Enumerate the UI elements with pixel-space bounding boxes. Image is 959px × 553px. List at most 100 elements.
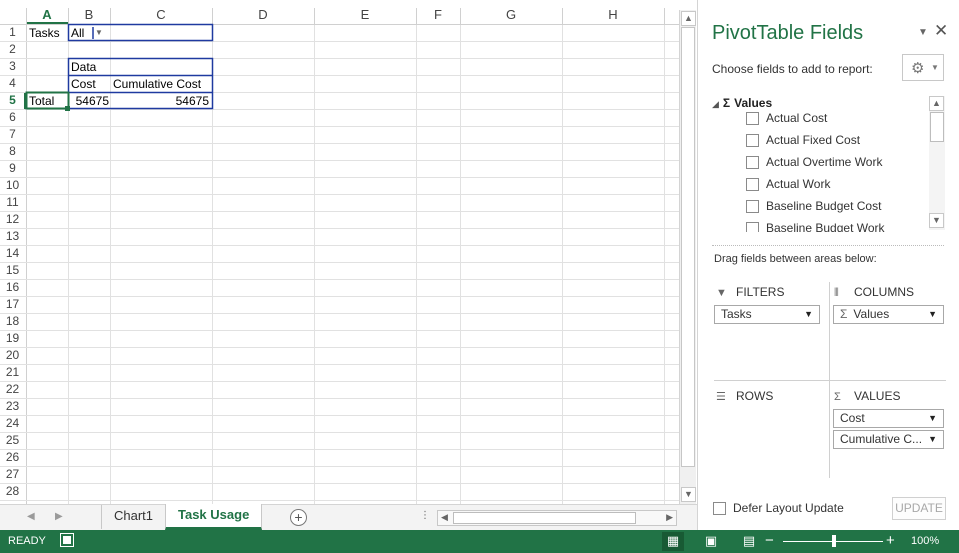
cell-b4[interactable]: Cost bbox=[71, 76, 109, 92]
values-item-cumulative-cost[interactable]: Cumulative C... ▼ bbox=[833, 430, 944, 449]
tab-prev-icon[interactable]: ◀ bbox=[27, 511, 35, 522]
row-header[interactable]: 20 bbox=[0, 348, 25, 362]
pill-label: Cumulative C... bbox=[840, 432, 923, 446]
row-header[interactable]: 2 bbox=[0, 42, 25, 56]
macro-record-icon[interactable] bbox=[60, 533, 74, 547]
chevron-down-icon[interactable]: ▼ bbox=[928, 306, 937, 323]
checkbox[interactable] bbox=[746, 200, 759, 213]
zoom-out-icon[interactable]: − bbox=[765, 532, 774, 549]
vertical-scrollbar[interactable]: ▲ ▼ bbox=[679, 10, 696, 504]
column-header[interactable]: E bbox=[314, 7, 416, 22]
column-header[interactable]: F bbox=[416, 7, 460, 22]
zoom-slider-thumb[interactable] bbox=[832, 535, 836, 547]
row-header[interactable]: 13 bbox=[0, 229, 25, 243]
update-button[interactable]: UPDATE bbox=[892, 497, 946, 520]
row-header[interactable]: 7 bbox=[0, 127, 25, 141]
row-header[interactable]: 21 bbox=[0, 365, 25, 379]
vertical-scroll-thumb[interactable] bbox=[681, 27, 695, 467]
checkbox[interactable] bbox=[746, 112, 759, 125]
tab-next-icon[interactable]: ▶ bbox=[55, 511, 63, 522]
row-header[interactable]: 22 bbox=[0, 382, 25, 396]
row-header[interactable]: 18 bbox=[0, 314, 25, 328]
row-header[interactable]: 19 bbox=[0, 331, 25, 345]
row-header[interactable]: 10 bbox=[0, 178, 25, 192]
columns-area-header: ⦀ COLUMNS bbox=[834, 285, 914, 300]
values-item-cost[interactable]: Cost ▼ bbox=[833, 409, 944, 428]
row-header[interactable]: 4 bbox=[0, 76, 25, 90]
checkbox[interactable] bbox=[746, 156, 759, 169]
filter-dropdown-icon[interactable]: ▼ bbox=[95, 28, 103, 37]
scroll-left-icon[interactable]: ◀ bbox=[441, 512, 448, 523]
columns-icon: ⦀ bbox=[834, 287, 839, 299]
columns-item-values[interactable]: Σ Values ▼ bbox=[833, 305, 944, 324]
cell-c4[interactable]: Cumulative Cost bbox=[113, 76, 211, 92]
chevron-down-icon[interactable]: ▼ bbox=[928, 431, 937, 448]
row-header[interactable]: 24 bbox=[0, 416, 25, 430]
tab-task-usage[interactable]: Task Usage bbox=[165, 504, 263, 530]
column-header[interactable]: H bbox=[562, 7, 664, 22]
row-header[interactable]: 14 bbox=[0, 246, 25, 260]
horizontal-scroll-thumb[interactable] bbox=[453, 512, 636, 524]
row-header[interactable]: 26 bbox=[0, 450, 25, 464]
cell-b1[interactable]: All bbox=[71, 25, 93, 41]
collapse-icon[interactable]: ◢ bbox=[712, 99, 719, 109]
field-list[interactable]: ◢ Σ Values Actual Cost Actual Fixed Cost A… bbox=[712, 96, 944, 232]
normal-view-icon[interactable]: ▦ bbox=[662, 532, 684, 551]
zoom-level[interactable]: 100% bbox=[911, 535, 939, 547]
row-header[interactable]: 16 bbox=[0, 280, 25, 294]
row-header[interactable]: 9 bbox=[0, 161, 25, 175]
field-list-scroll-thumb[interactable] bbox=[930, 112, 944, 142]
row-header[interactable]: 15 bbox=[0, 263, 25, 277]
chevron-down-icon[interactable]: ▼ bbox=[804, 306, 813, 323]
more-sheets-icon[interactable]: ⋮ bbox=[420, 510, 430, 521]
scroll-up-icon[interactable]: ▲ bbox=[681, 11, 696, 26]
cell-c5[interactable]: 54675 bbox=[113, 93, 209, 109]
row-header[interactable]: 12 bbox=[0, 212, 25, 226]
cell-a5[interactable]: Total bbox=[29, 93, 67, 109]
row-header[interactable]: 3 bbox=[0, 59, 25, 73]
column-header[interactable]: D bbox=[212, 7, 314, 22]
checkbox[interactable] bbox=[746, 222, 759, 232]
cell-a1[interactable]: Tasks bbox=[29, 25, 67, 41]
column-header[interactable]: A bbox=[26, 7, 68, 22]
cell-b3[interactable]: Data bbox=[71, 59, 111, 75]
pane-options-icon[interactable]: ▼ bbox=[918, 27, 928, 38]
row-header[interactable]: 25 bbox=[0, 433, 25, 447]
scroll-right-icon[interactable]: ▶ bbox=[666, 512, 673, 523]
row-header[interactable]: 17 bbox=[0, 297, 25, 311]
pill-label: Values bbox=[853, 307, 890, 321]
field-list-scrollbar[interactable]: ▲ ▼ bbox=[929, 96, 945, 230]
row-header[interactable]: 6 bbox=[0, 110, 25, 124]
checkbox[interactable] bbox=[746, 134, 759, 147]
page-break-view-icon[interactable]: ▤ bbox=[738, 532, 760, 551]
scroll-down-icon[interactable]: ▼ bbox=[681, 487, 696, 502]
row-header[interactable]: 1 bbox=[0, 25, 25, 39]
values-tree-node[interactable]: ◢ Σ Values bbox=[712, 96, 772, 110]
column-header[interactable]: G bbox=[460, 7, 562, 22]
row-header[interactable]: 5 bbox=[0, 93, 25, 107]
horizontal-scrollbar[interactable]: ◀ ▶ bbox=[437, 510, 677, 526]
row-header[interactable]: 23 bbox=[0, 399, 25, 413]
filters-item-tasks[interactable]: Tasks ▼ bbox=[714, 305, 820, 324]
defer-layout-checkbox[interactable] bbox=[713, 502, 726, 515]
column-header[interactable]: B bbox=[68, 7, 110, 22]
checkbox[interactable] bbox=[746, 178, 759, 191]
row-header[interactable]: 8 bbox=[0, 144, 25, 158]
zoom-in-icon[interactable]: + bbox=[886, 532, 895, 549]
chevron-down-icon[interactable]: ▼ bbox=[928, 410, 937, 427]
scroll-down-icon[interactable]: ▼ bbox=[929, 213, 944, 228]
tab-chart1[interactable]: Chart1 bbox=[101, 505, 167, 529]
worksheet: ABCDEFGH 1 2 3 4 5 6 7 8 9 10 11 12 13 14 15 16 17 18 19 20… bbox=[0, 0, 697, 530]
cell-b5[interactable]: 54675 bbox=[71, 93, 109, 109]
tools-button[interactable]: ⚙ ▼ bbox=[902, 54, 944, 81]
row-header[interactable]: 28 bbox=[0, 484, 25, 498]
close-icon[interactable]: ✕ bbox=[934, 21, 948, 41]
row-header[interactable]: 27 bbox=[0, 467, 25, 481]
row-header[interactable]: 11 bbox=[0, 195, 25, 209]
rows-icon: ☰ bbox=[716, 391, 726, 403]
choose-fields-label: Choose fields to add to report: bbox=[712, 62, 873, 76]
plus-circle-icon[interactable]: + bbox=[290, 509, 307, 526]
column-header[interactable]: C bbox=[110, 7, 212, 22]
page-layout-view-icon[interactable]: ▣ bbox=[700, 532, 722, 551]
scroll-up-icon[interactable]: ▲ bbox=[929, 96, 944, 111]
